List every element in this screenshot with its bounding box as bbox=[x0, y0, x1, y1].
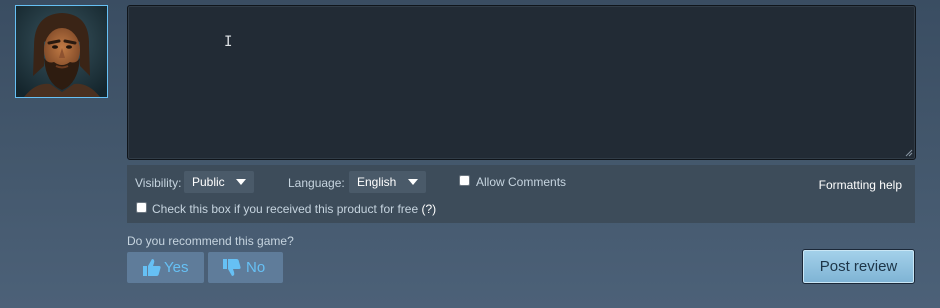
avatar-portrait-image bbox=[16, 6, 107, 97]
review-textarea-container: I bbox=[127, 5, 916, 160]
recommend-no-label: No bbox=[246, 259, 266, 276]
post-review-button[interactable]: Post review bbox=[802, 249, 915, 284]
free-product-help-link[interactable]: (?) bbox=[421, 202, 436, 216]
recommend-yes-button[interactable]: Yes bbox=[127, 252, 204, 283]
allow-comments-label[interactable]: Allow Comments bbox=[476, 175, 566, 189]
thumbs-down-icon bbox=[223, 259, 241, 276]
visibility-dropdown[interactable]: Public bbox=[184, 171, 254, 193]
chevron-down-icon bbox=[408, 179, 418, 185]
recommend-no-button[interactable]: No bbox=[208, 252, 283, 283]
allow-comments-checkbox[interactable] bbox=[459, 175, 470, 186]
recommend-yes-label: Yes bbox=[164, 259, 189, 276]
thumbs-up-icon bbox=[143, 259, 161, 276]
language-label: Language: bbox=[288, 176, 345, 190]
review-textarea[interactable] bbox=[128, 6, 915, 159]
free-product-label-group: Check this box if you received this prod… bbox=[152, 202, 436, 216]
language-value: English bbox=[357, 175, 397, 189]
visibility-label: Visibility: bbox=[135, 176, 182, 190]
user-avatar[interactable] bbox=[15, 5, 108, 98]
chevron-down-icon bbox=[236, 179, 246, 185]
formatting-help-link[interactable]: Formatting help bbox=[819, 178, 902, 192]
recommend-question: Do you recommend this game? bbox=[127, 234, 294, 248]
free-product-checkbox[interactable] bbox=[136, 202, 147, 213]
free-product-label[interactable]: Check this box if you received this prod… bbox=[152, 202, 418, 216]
review-options-bar: Visibility: Public Language: English All… bbox=[127, 165, 915, 223]
language-dropdown[interactable]: English bbox=[349, 171, 426, 193]
visibility-value: Public bbox=[192, 175, 225, 189]
